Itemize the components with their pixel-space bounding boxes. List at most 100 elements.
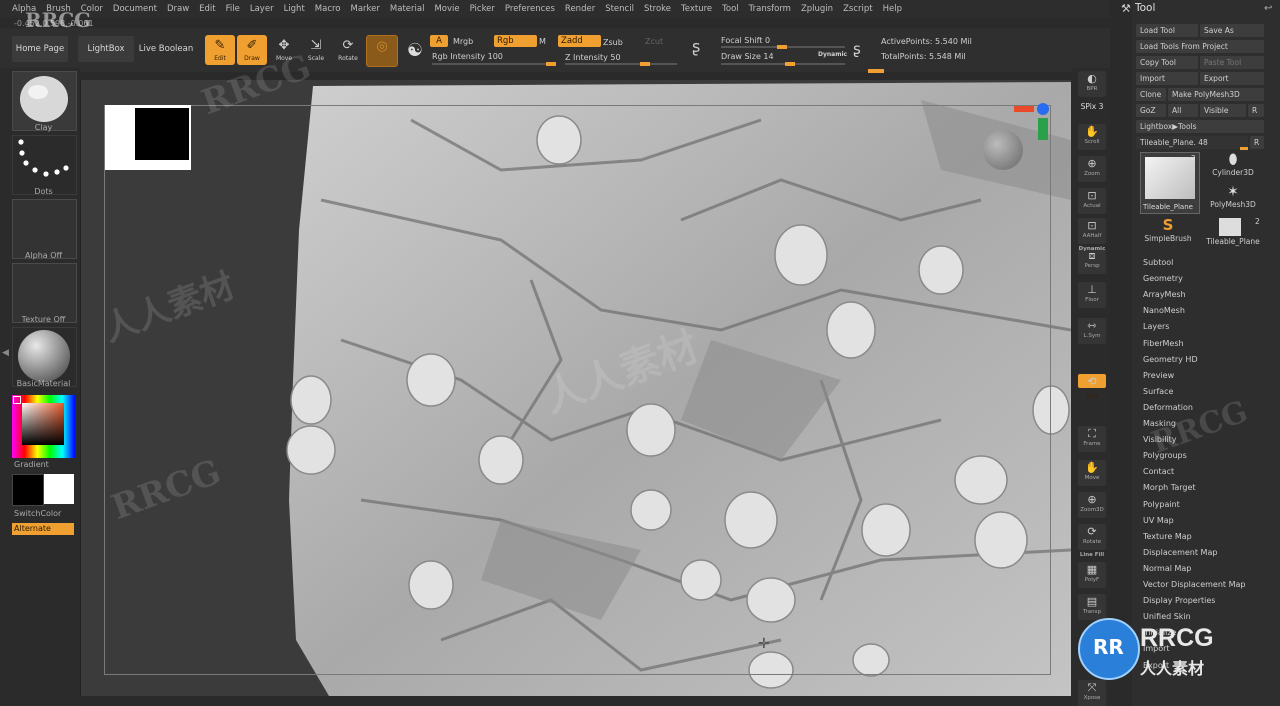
subpalette-geometry-hd[interactable]: Geometry HD bbox=[1143, 355, 1198, 364]
subpalette-morph-target[interactable]: Morph Target bbox=[1143, 483, 1196, 492]
axis-gizmo-z[interactable] bbox=[1037, 103, 1049, 115]
zoom-button[interactable]: ⊕ Zoom bbox=[1078, 156, 1106, 182]
floor-button[interactable]: ⊥ Floor bbox=[1078, 282, 1106, 308]
material-selector[interactable] bbox=[12, 327, 77, 387]
current-tool-knob[interactable] bbox=[1240, 147, 1248, 150]
navigation-thumbnail[interactable] bbox=[105, 105, 191, 170]
subpalette-contact[interactable]: Contact bbox=[1143, 467, 1174, 476]
spix-3-button[interactable]: SPix 3 bbox=[1078, 102, 1106, 114]
menu-material[interactable]: Material bbox=[385, 0, 430, 18]
rgb-intensity-knob[interactable] bbox=[546, 62, 556, 66]
subpalette-vector-displacement-map[interactable]: Vector Displacement Map bbox=[1143, 580, 1245, 589]
subpalette-polypaint[interactable]: Polypaint bbox=[1143, 500, 1180, 509]
focal-shift-knob[interactable] bbox=[777, 45, 787, 49]
menu-macro[interactable]: Macro bbox=[310, 0, 346, 18]
menu-document[interactable]: Document bbox=[108, 0, 162, 18]
stroke-selector[interactable] bbox=[12, 135, 77, 195]
z-intensity-slider[interactable] bbox=[565, 62, 677, 66]
move-button[interactable]: ✋ Move bbox=[1078, 460, 1106, 486]
color-picker[interactable] bbox=[12, 395, 75, 458]
draw-size-knob[interactable] bbox=[785, 62, 795, 66]
mrgb-button[interactable]: Mrgb bbox=[453, 37, 473, 46]
subpalette-texture-map[interactable]: Texture Map bbox=[1143, 532, 1192, 541]
subpalette-displacement-map[interactable]: Displacement Map bbox=[1143, 548, 1217, 557]
alternate-button[interactable]: Alternate bbox=[12, 523, 74, 535]
export-button[interactable]: Export bbox=[1200, 72, 1264, 85]
l-sym-button[interactable]: ⇿ L.Sym bbox=[1078, 318, 1106, 344]
xyz-button[interactable]: ⟲ Xyz bbox=[1078, 374, 1106, 400]
paste-tool-button[interactable]: Paste Tool bbox=[1200, 56, 1264, 69]
subpalette-subtool[interactable]: Subtool bbox=[1143, 258, 1173, 267]
zoom3d-button[interactable]: ⊕ Zoom3D bbox=[1078, 492, 1106, 518]
menu-layer[interactable]: Layer bbox=[245, 0, 279, 18]
load-tool-button[interactable]: Load Tool bbox=[1136, 24, 1198, 37]
tileable-plane-thumb[interactable]: Tileable_Plane 2 bbox=[1140, 152, 1200, 214]
menu-picker[interactable]: Picker bbox=[465, 0, 500, 18]
menu-movie[interactable]: Movie bbox=[429, 0, 464, 18]
a-button[interactable]: A bbox=[430, 35, 448, 47]
draw-size-slider[interactable] bbox=[721, 62, 845, 66]
polymesh3d-thumb[interactable]: ✶ PolyMesh3D bbox=[1205, 184, 1261, 214]
axis-gizmo-y[interactable] bbox=[1038, 118, 1048, 140]
subpalette-uv-map[interactable]: UV Map bbox=[1143, 516, 1174, 525]
focal-shift-slider[interactable] bbox=[721, 45, 845, 49]
secondary-color[interactable] bbox=[12, 474, 44, 506]
alpha-selector[interactable] bbox=[12, 199, 77, 259]
draw-mode-button[interactable]: ✐ Draw bbox=[237, 35, 267, 65]
menu-zplugin[interactable]: Zplugin bbox=[796, 0, 838, 18]
zsub-button[interactable]: Zsub bbox=[603, 38, 623, 47]
subpalette-nanomesh[interactable]: NanoMesh bbox=[1143, 306, 1185, 315]
subpalette-preview[interactable]: Preview bbox=[1143, 371, 1174, 380]
load-tools-from-project-button[interactable]: Load Tools From Project bbox=[1136, 40, 1264, 53]
move-mode-button[interactable]: ✥ Move bbox=[269, 35, 299, 65]
switchcolor-button[interactable]: SwitchColor bbox=[14, 509, 61, 518]
z-intensity-knob[interactable] bbox=[640, 62, 650, 66]
subpalette-layers[interactable]: Layers bbox=[1143, 322, 1169, 331]
material-swatch[interactable]: ◎ bbox=[366, 35, 398, 67]
save-as-button[interactable]: Save As bbox=[1200, 24, 1264, 37]
subpalette-fibermesh[interactable]: FiberMesh bbox=[1143, 339, 1184, 348]
main-color[interactable] bbox=[44, 474, 74, 504]
lightbox-tools-button[interactable]: Lightbox▶Tools bbox=[1136, 120, 1264, 133]
frame-button[interactable]: ⛶ Frame bbox=[1078, 426, 1106, 452]
rotate-button[interactable]: ⟳ Rotate bbox=[1078, 524, 1106, 550]
lightbox-button[interactable]: LightBox bbox=[78, 36, 134, 62]
edit-mode-button[interactable]: ✎ Edit bbox=[205, 35, 235, 65]
subpalette-surface[interactable]: Surface bbox=[1143, 387, 1173, 396]
current-tool-r-button[interactable]: R bbox=[1250, 136, 1264, 149]
current-tool-slider[interactable]: Tileable_Plane. 48 bbox=[1136, 136, 1248, 149]
brush-selector[interactable] bbox=[12, 71, 77, 131]
subpalette-geometry[interactable]: Geometry bbox=[1143, 274, 1183, 283]
clone-button[interactable]: Clone bbox=[1136, 88, 1166, 101]
home-page-button[interactable]: Home Page bbox=[12, 36, 68, 62]
goz-visible-button[interactable]: Visible bbox=[1200, 104, 1246, 117]
scroll-button[interactable]: ✋ Scroll bbox=[1078, 124, 1106, 150]
menu-marker[interactable]: Marker bbox=[346, 0, 385, 18]
tileable-plane-thumb-2[interactable]: Tileable_Plane 2 bbox=[1205, 216, 1261, 246]
subpalette-unified-skin[interactable]: Unified Skin bbox=[1143, 612, 1191, 621]
color-mode-icon[interactable]: ☯ bbox=[400, 36, 430, 66]
menu-edit[interactable]: Edit bbox=[194, 0, 220, 18]
zadd-button[interactable]: Zadd bbox=[558, 35, 601, 47]
copy-tool-button[interactable]: Copy Tool bbox=[1136, 56, 1198, 69]
subpalette-visibility[interactable]: Visibility bbox=[1143, 435, 1177, 444]
navigation-cube[interactable] bbox=[983, 130, 1023, 170]
menu-light[interactable]: Light bbox=[279, 0, 310, 18]
axis-gizmo-x[interactable] bbox=[1014, 106, 1034, 112]
dynamic-button[interactable]: Dynamic bbox=[818, 51, 847, 58]
menu-draw[interactable]: Draw bbox=[162, 0, 194, 18]
menu-file[interactable]: File bbox=[221, 0, 245, 18]
collapse-left-icon[interactable]: ◀ bbox=[2, 348, 9, 358]
texture-selector[interactable] bbox=[12, 263, 77, 323]
goz-button[interactable]: GoZ bbox=[1136, 104, 1166, 117]
menu-render[interactable]: Render bbox=[560, 0, 600, 18]
scale-mode-button[interactable]: ⇲ Scale bbox=[301, 35, 331, 65]
subpalette-deformation[interactable]: Deformation bbox=[1143, 403, 1193, 412]
subpalette-polygroups[interactable]: Polygroups bbox=[1143, 451, 1187, 460]
menu-tool[interactable]: Tool bbox=[717, 0, 744, 18]
xpose-button[interactable]: ⤧ Xpose bbox=[1078, 680, 1106, 706]
menu-preferences[interactable]: Preferences bbox=[500, 0, 560, 18]
menu-brush[interactable]: Brush bbox=[41, 0, 76, 18]
menu-transform[interactable]: Transform bbox=[744, 0, 796, 18]
rgb-intensity-slider[interactable] bbox=[432, 62, 556, 66]
